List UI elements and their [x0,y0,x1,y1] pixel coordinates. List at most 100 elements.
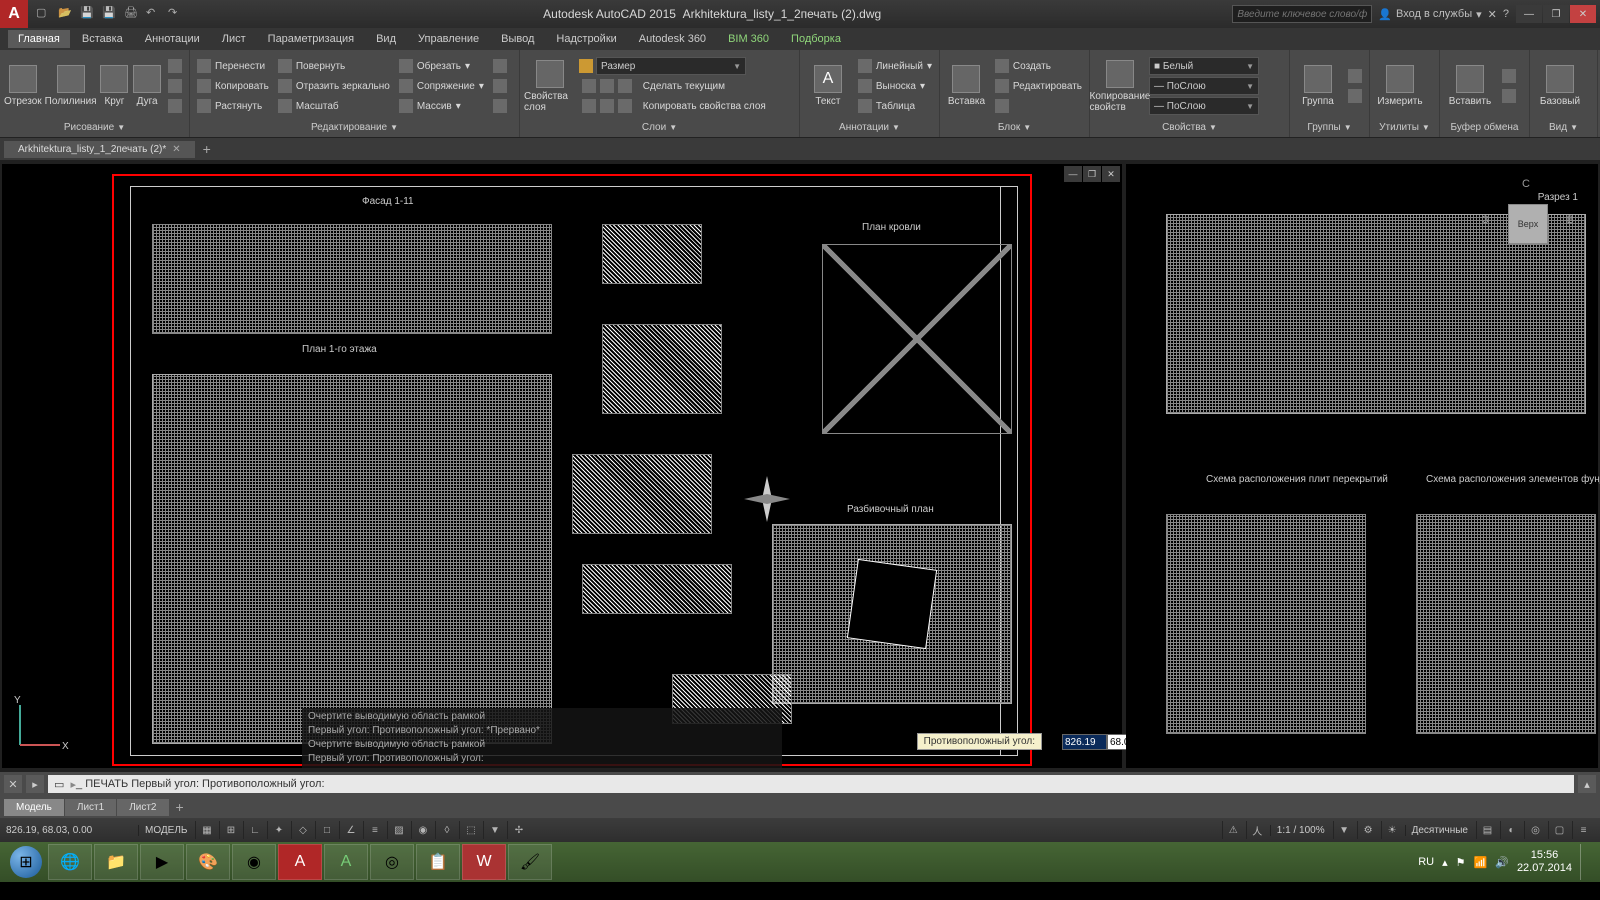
text-button[interactable]: AТекст [804,54,852,118]
panel-utils-title[interactable]: Утилиты▼ [1374,120,1435,135]
tray-vol-icon[interactable]: 🔊 [1495,856,1509,869]
qat-open-icon[interactable]: 📂 [58,6,74,22]
viewport-right[interactable]: Разрез 1 Схема расположения плит перекры… [1126,164,1598,768]
annot-vis-icon[interactable]: ☀ [1381,821,1403,839]
move-button[interactable]: Перенести [194,57,272,75]
dimension-button[interactable]: Линейный ▾ [855,57,935,75]
modify-extra-3[interactable] [490,97,510,115]
cycling-icon[interactable]: ◉ [411,821,433,839]
panel-modify-title[interactable]: Редактирование▼ [194,120,515,135]
cut-button[interactable] [1499,67,1519,85]
3dosnap-icon[interactable]: ◊ [435,821,457,839]
grid-icon[interactable]: ▦ [195,821,217,839]
qat-new-icon[interactable]: ▢ [36,6,52,22]
table-button[interactable]: Таблица [855,97,935,115]
viewcube[interactable]: С В З Верх [1488,184,1568,264]
linetype-combo[interactable]: — ПоСлою▼ [1149,77,1259,95]
exchange-icon[interactable]: ✕ [1488,8,1497,21]
viewport-left[interactable]: —❐✕ Фасад 1-11 План кровли План 1-го эта… [2,164,1122,768]
rotate-button[interactable]: Повернуть [275,57,393,75]
otrack-icon[interactable]: ∠ [339,821,361,839]
line-button[interactable]: Отрезок [4,54,42,118]
dyn-ucs-icon[interactable]: ⬚ [459,821,481,839]
annot-mon-icon[interactable]: ⚠ [1222,821,1244,839]
help-icon[interactable]: ? [1503,8,1509,20]
start-button[interactable]: ⊞ [4,844,48,880]
qat-saveas-icon[interactable]: 💾 [102,6,118,22]
sel-filter-icon[interactable]: ▼ [483,821,505,839]
qat-undo-icon[interactable]: ↶ [146,6,162,22]
qprops-icon[interactable]: ▤ [1476,821,1498,839]
qat-redo-icon[interactable]: ↷ [168,6,184,22]
maximize-button[interactable]: ❐ [1543,5,1569,23]
tab-annotate[interactable]: Аннотации [135,30,210,48]
layout-sheet1[interactable]: Лист1 [65,799,116,816]
trim-button[interactable]: Обрезать ▾ [396,57,487,75]
panel-block-title[interactable]: Блок▼ [944,120,1085,135]
command-input[interactable]: ▭ ▸_ ПЕЧАТЬ Первый угол: Противоположный… [48,775,1574,793]
draw-extra-3[interactable] [165,97,185,115]
model-space-button[interactable]: МОДЕЛЬ [138,825,193,836]
cmd-recent-icon[interactable]: ▸ [26,775,44,793]
layout-model[interactable]: Модель [4,799,64,816]
osnap-icon[interactable]: □ [315,821,337,839]
tab-addins[interactable]: Надстройки [546,30,626,48]
transparency-icon[interactable]: ▨ [387,821,409,839]
panel-draw-title[interactable]: Рисование▼ [4,120,185,135]
vp-max-icon[interactable]: ❐ [1083,166,1101,182]
panel-layers-title[interactable]: Слои▼ [524,120,795,135]
lwt-icon[interactable]: ≡ [363,821,385,839]
group-ext2[interactable] [1345,87,1365,105]
panel-annot-title[interactable]: Аннотации▼ [804,120,935,135]
circle-button[interactable]: Круг [100,54,130,118]
vp-min-icon[interactable]: — [1064,166,1082,182]
app-logo[interactable]: A [0,0,28,28]
tab-layout[interactable]: Лист [212,30,256,48]
layer-props-button[interactable]: Свойства слоя [524,54,576,118]
matchprops-button[interactable]: Копирование свойств [1094,54,1146,118]
mirror-button[interactable]: Отразить зеркально [275,77,393,95]
taskbar-ie[interactable]: 🌐 [48,844,92,880]
create-block-button[interactable]: Создать [992,57,1085,75]
ortho-icon[interactable]: ∟ [243,821,265,839]
tab-a360[interactable]: Autodesk 360 [629,30,716,48]
draw-extra-2[interactable] [165,77,185,95]
customize-icon[interactable]: ≡ [1572,821,1594,839]
layout-sheet2[interactable]: Лист2 [117,799,168,816]
panel-view-title[interactable]: Вид▼ [1534,120,1593,135]
qat-save-icon[interactable]: 💾 [80,6,96,22]
clean-screen-icon[interactable]: ▢ [1548,821,1570,839]
paste-button[interactable]: Вставить [1444,54,1496,118]
vp-close-icon[interactable]: ✕ [1102,166,1120,182]
units-display[interactable]: Десятичные [1405,825,1474,836]
tab-insert[interactable]: Вставка [72,30,133,48]
polyline-button[interactable]: Полилиния [45,54,97,118]
arc-button[interactable]: Дуга [132,54,162,118]
dyn-x[interactable] [1062,734,1107,750]
insert-block-button[interactable]: Вставка [944,54,989,118]
tray-flag-icon[interactable]: ⚑ [1456,856,1466,869]
layer-combo[interactable]: Размер▼ [596,57,746,75]
clock[interactable]: 15:5622.07.2014 [1517,849,1572,875]
copy-button[interactable]: Копировать [194,77,272,95]
cmd-close-icon[interactable]: ✕ [4,775,22,793]
tray-net-icon[interactable]: 📶 [1474,856,1488,869]
draw-extra-1[interactable] [165,57,185,75]
new-layout-button[interactable]: + [170,799,190,815]
hw-accel-icon[interactable]: ◐ [1500,821,1522,839]
tray-up-icon[interactable]: ▴ [1442,856,1448,869]
isodraft-icon[interactable]: ◇ [291,821,313,839]
modify-extra-2[interactable] [490,77,510,95]
color-combo[interactable]: ■ Белый▼ [1149,57,1259,75]
fillet-button[interactable]: Сопряжение ▾ [396,77,487,95]
taskbar-app5[interactable]: W [462,844,506,880]
taskbar-app3[interactable]: ◎ [370,844,414,880]
make-current-button[interactable]: Сделать текущим [579,77,795,95]
panel-props-title[interactable]: Свойства▼ [1094,120,1285,135]
tab-manage[interactable]: Управление [408,30,489,48]
taskbar-media[interactable]: ▶ [140,844,184,880]
snap-icon[interactable]: ⊞ [219,821,241,839]
tab-view[interactable]: Вид [366,30,406,48]
scale-display[interactable]: 1:1 / 100% [1270,825,1331,836]
copy-clip-button[interactable] [1499,87,1519,105]
